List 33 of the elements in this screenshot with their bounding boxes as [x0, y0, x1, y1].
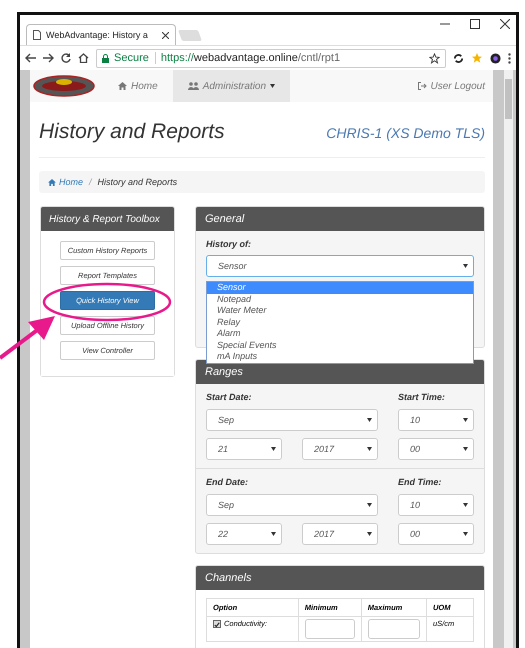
select-field[interactable]: 22	[206, 523, 282, 545]
field-label: Start Date:	[206, 392, 253, 402]
select-field[interactable]: 10	[398, 494, 474, 516]
select-field[interactable]: 21	[206, 438, 282, 460]
device-name: CHRIS-1 (XS Demo TLS)	[326, 125, 485, 141]
nav-link[interactable]: Home	[103, 70, 173, 102]
nav-link[interactable]: Administration	[172, 70, 290, 102]
dropdown-option[interactable]: Notepad	[207, 294, 473, 305]
tab-title: WebAdvantage: History a	[46, 30, 149, 40]
breadcrumb-link[interactable]: Home	[48, 177, 84, 187]
panel-header: Channels	[196, 566, 484, 590]
page-title: History and Reports	[39, 120, 225, 144]
select-field[interactable]: Sep	[206, 494, 378, 516]
url-text: https://webadvantage.online/cntl/rpt1	[160, 52, 342, 64]
field-label: End Date:	[206, 477, 250, 487]
field-label: Start Time:	[398, 392, 446, 402]
logout-link[interactable]: User Logout	[418, 80, 485, 92]
browser-tab[interactable]: WebAdvantage: History a	[26, 24, 176, 45]
select-field[interactable]: 10	[398, 409, 474, 431]
field-label: History of:	[206, 239, 252, 249]
field-label: End Time:	[398, 477, 442, 487]
select-field[interactable]: Sensor	[206, 255, 474, 277]
select-field[interactable]: 00	[398, 438, 474, 460]
breadcrumb-current: History and Reports	[98, 177, 178, 187]
breadcrumb-separator: /	[89, 177, 92, 187]
panel-header: History & Report Toolbox	[41, 207, 174, 231]
address-bar[interactable]: Secure https://webadvantage.online/cntl/rpt1	[96, 48, 446, 68]
select-field[interactable]: 2017	[302, 438, 378, 460]
select-field[interactable]: 00	[398, 523, 474, 545]
panel-header: General	[196, 207, 484, 231]
select-field[interactable]: Sep	[206, 409, 378, 431]
select-field[interactable]: 2017	[302, 523, 378, 545]
secure-label: Secure	[114, 52, 156, 64]
